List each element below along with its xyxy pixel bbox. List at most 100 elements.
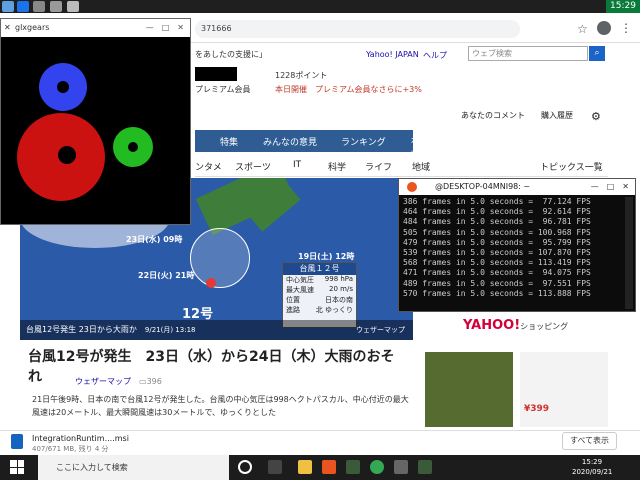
nav-item[interactable]: ライフ [365,160,392,173]
address-bar[interactable]: 371666 [195,20,520,38]
clock-date: 2020/09/21 [572,468,613,476]
info-value: 20 m/s [329,285,353,293]
shopping-label: ショッピング [520,322,569,331]
download-progress: 407/671 MB, 残り 4 分 [32,445,109,453]
right-menu: あなたのコメント 購入履歴 ⚙ [453,106,613,126]
terminal-line: 489 frames in 5.0 seconds = 97.551 FPS [403,278,591,288]
chrome-icon[interactable] [370,460,384,474]
track-label: 19日(土) 12時 [298,252,355,261]
app-icon[interactable] [67,1,79,12]
taskbar-search[interactable]: ここに入力して検索 [38,455,229,480]
nav-item[interactable]: ンタメ [195,160,222,173]
task-view-icon[interactable] [268,460,282,474]
app-icon[interactable] [50,1,62,12]
track-label: 23日(水) 09時 [126,235,183,244]
nav-item[interactable]: IT [293,160,301,170]
ad-image[interactable]: ¥399 [520,352,608,427]
show-all-button[interactable]: すべて表示 [562,432,617,450]
nav-item[interactable]: 地域 [412,160,430,173]
terminal-scrollbar[interactable] [625,197,633,309]
history-link[interactable]: 購入履歴 [541,110,573,121]
glxgears-titlebar[interactable]: ✕ glxgears — □ ✕ [1,19,190,37]
premium-link[interactable]: プレミアム会員 [195,84,250,95]
browser-menu-icon[interactable]: ⋮ [620,21,632,35]
info-key: 中心気圧 [286,276,314,284]
terminal-window[interactable]: @DESKTOP-04MNI98: ~ — □ ✕ 386 frames in 5… [398,178,636,312]
start-button[interactable] [10,460,24,474]
xming-icon[interactable] [418,460,432,474]
terminal-line: 471 frames in 5.0 seconds = 94.075 FPS [403,268,591,278]
nav-item[interactable]: 科学 [328,160,346,173]
nav-tab[interactable]: ランキング [341,135,386,148]
window-controls[interactable]: — □ ✕ [146,19,184,37]
nav-tab[interactable]: みんなの意見 [263,135,317,148]
terminal-title: @DESKTOP-04MNI98: ~ [435,182,531,191]
info-value: 北 ゆっくり [315,306,353,314]
points-label[interactable]: 1228ポイント [275,70,327,81]
profile-avatar[interactable] [597,21,611,35]
comments-link[interactable]: あなたのコメント [461,110,525,121]
gear-hole [58,146,76,164]
ad-image[interactable] [425,352,513,427]
hero-caption[interactable]: 台風12号発生 23日から大雨か 9/21(月) 13:18 ウェザーマップ [20,320,413,340]
source-link[interactable]: ウェザーマップ [75,377,131,386]
gear-icon[interactable]: ⚙ [591,110,601,123]
terminal-line: 568 frames in 5.0 seconds = 113.419 FPS [403,258,591,268]
yahoo-shopping-logo[interactable]: YAHOO!ショッピング [463,318,568,333]
info-value: 日本の南 [325,296,353,304]
terminal-line: 570 frames in 5.0 seconds = 113.888 FPS [403,288,591,298]
glxgears-window[interactable]: ✕ glxgears — □ ✕ [0,18,191,225]
ad-price: ¥399 [524,404,550,414]
search-input[interactable]: ウェブ検索 [468,46,588,61]
typhoon-info-box: 台風１２号 中心気圧 998 hPa 最大風速 20 m/s 位置 日本の南 進路 北 … [282,262,357,328]
explorer-icon[interactable] [298,460,312,474]
search-icon[interactable]: ⌕ [589,46,605,61]
download-name[interactable]: IntegrationRuntim....msi [32,434,129,443]
premium-offer: プレミアム会員なさらに+3% [315,85,422,94]
info-row: 進路 北 ゆっくり [283,305,356,315]
app-icon[interactable] [394,460,408,474]
weather-map-label: ウェザーマップ [356,326,405,334]
help-link[interactable]: ヘルプ [423,50,447,61]
xlaunch-icon[interactable] [346,460,360,474]
cortana-icon[interactable] [238,460,252,474]
app-icon[interactable] [33,1,45,12]
redacted-username [195,67,237,81]
ubuntu-icon [407,182,417,192]
topics-link[interactable]: トピックス一覧 [540,160,603,173]
info-row: 位置 日本の南 [283,295,356,305]
chrome-icon[interactable] [17,1,29,12]
info-value: 998 hPa [324,275,353,283]
taskbar-clock[interactable]: 15:29 2020/09/21 [572,457,612,477]
info-row: 最大風速 20 m/s [283,285,356,295]
ubuntu-icon[interactable] [322,460,336,474]
top-clock: 15:29 [606,0,640,13]
yahoo-logo-text: YAHOO! [463,318,521,333]
nav-item[interactable]: スポーツ [235,160,271,173]
primary-nav: 特集 みんなの意見 ランキング 有料 [195,130,420,161]
support-text[interactable]: をあしたの支援に」 [195,49,267,60]
bookmark-star-icon[interactable]: ☆ [577,22,588,36]
ad-area[interactable]: ¥399 [425,352,610,427]
app-icon[interactable] [2,1,14,12]
track-label: 22日(火) 21時 [138,271,195,280]
gear-hole [57,81,69,93]
comment-count[interactable]: 396 [147,377,162,386]
terminal-line: 464 frames in 5.0 seconds = 92.614 FPS [403,207,591,217]
event-label: 本日開催 [275,85,307,94]
article-body: 21日午後9時、日本の南で台風12号が発生した。台風の中心気圧は998ヘクトパス… [32,395,409,417]
terminal-line: 539 frames in 5.0 seconds = 107.870 FPS [403,248,591,258]
terminal-output: 386 frames in 5.0 seconds = 77.124 FPS 46… [399,195,635,301]
yahoo-japan-link[interactable]: Yahoo! JAPAN [366,50,419,59]
top-taskbar [0,0,640,13]
terminal-titlebar[interactable]: @DESKTOP-04MNI98: ~ — □ ✕ [399,179,635,195]
nav-tab[interactable]: 特集 [220,135,238,148]
event-link[interactable]: 本日開催 プレミアム会員なさらに+3% [275,84,422,95]
terminal-line: 479 frames in 5.0 seconds = 95.799 FPS [403,237,591,247]
secondary-nav: ンタメ スポーツ IT 科学 ライフ 地域 トピックス一覧 [195,155,608,177]
info-key: 位置 [286,296,300,304]
clock-time: 15:29 [581,458,603,466]
file-icon [11,434,23,449]
window-controls[interactable]: — □ ✕ [591,179,629,195]
typhoon-box-title: 台風１２号 [283,263,356,275]
